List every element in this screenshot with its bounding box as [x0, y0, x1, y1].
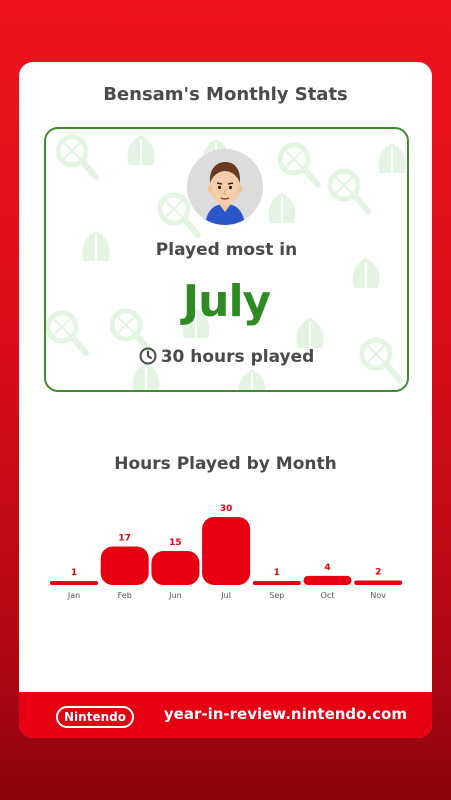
value-label-feb: 17 — [118, 533, 131, 543]
site-link[interactable]: year-in-review.nintendo.com — [164, 705, 407, 723]
value-label-jul: 30 — [220, 504, 233, 514]
bar-jun — [151, 551, 200, 585]
tick-label-sep: Sep — [269, 591, 284, 600]
tick-label-jun: Jun — [168, 591, 182, 600]
tick-label-oct: Oct — [321, 591, 335, 600]
top-month: July — [182, 276, 271, 327]
tick-label-jul: Jul — [220, 591, 231, 600]
mii-avatar — [187, 149, 263, 225]
tick-label-jan: Jan — [67, 591, 80, 600]
hours-played-text: 30 hours played — [160, 347, 315, 367]
bar-jan — [50, 581, 98, 585]
value-label-oct: 4 — [324, 563, 330, 573]
tick-label-feb: Feb — [118, 591, 132, 600]
hours-played-row: 30 hours played — [46, 347, 407, 370]
hours-by-month-chart: 1 Jan 17 Feb 15 Jun 30 Jul 1 Sep 4 Oct 2 Nov — [50, 504, 403, 600]
nintendo-logo[interactable]: Nintendo — [56, 706, 134, 728]
chart-title: Hours Played by Month — [114, 454, 337, 474]
value-label-jan: 1 — [71, 568, 77, 578]
tick-label-nov: Nov — [370, 591, 386, 600]
played-most-label: Played most in — [155, 240, 298, 260]
bar-nov — [354, 580, 403, 585]
bar-oct — [303, 575, 352, 585]
stats-card: Bensam's Monthly Stats Played most in Ju… — [19, 62, 432, 738]
bar-feb — [100, 546, 149, 585]
most-played-panel: Played most in July 30 hours played — [44, 127, 409, 392]
value-label-jun: 15 — [169, 538, 182, 548]
footer-bar: Nintendo year-in-review.nintendo.com — [19, 692, 432, 738]
clock-icon — [139, 347, 157, 370]
bar-sep — [252, 581, 301, 585]
mii-avatar-icon — [187, 149, 263, 225]
bar-jul — [202, 517, 251, 585]
card-title: Bensam's Monthly Stats — [103, 84, 348, 105]
value-label-nov: 2 — [375, 567, 381, 577]
value-label-sep: 1 — [274, 568, 280, 578]
